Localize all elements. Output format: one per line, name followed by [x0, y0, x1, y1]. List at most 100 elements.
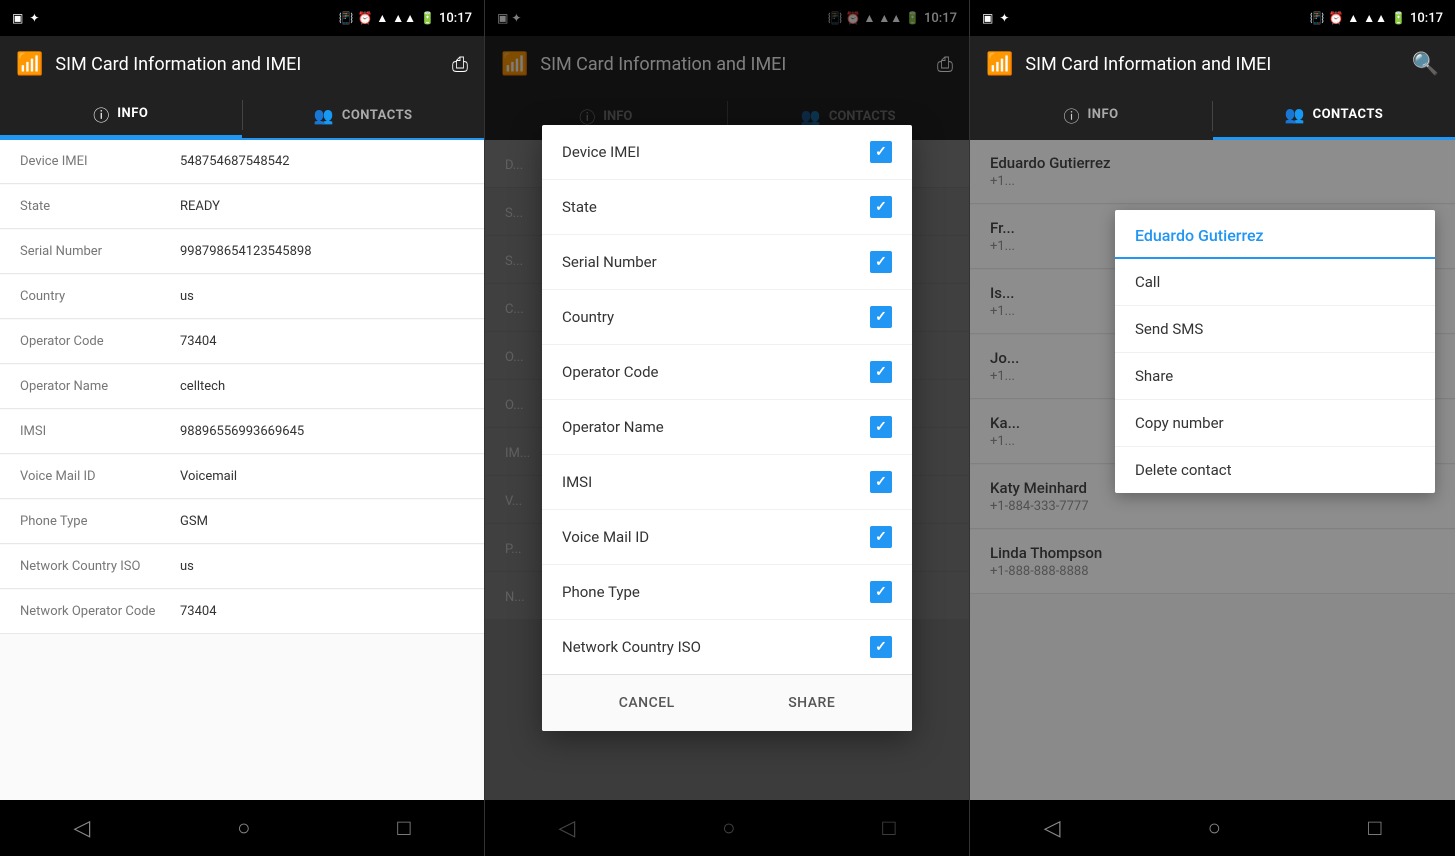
right-recent-button[interactable]: □ — [1348, 807, 1401, 849]
dialog-label-imei: Device IMEI — [562, 143, 640, 161]
left-tab-contacts[interactable]: 👥 CONTACTS — [243, 92, 485, 138]
context-menu-call[interactable]: Call — [1115, 259, 1435, 306]
info-label-country: Country — [20, 289, 180, 304]
dialog-share-button[interactable]: Share — [772, 687, 851, 719]
contact-phone-eduardo: +1... — [990, 174, 1435, 189]
info-row-opname: Operator Name celltech — [0, 365, 484, 409]
info-label-opcode: Operator Code — [20, 334, 180, 349]
dialog-label-phonetype: Phone Type — [562, 583, 640, 601]
info-label-netopcode: Network Operator Code — [20, 604, 180, 619]
right-home-button[interactable]: ○ — [1188, 807, 1241, 849]
dialog-options-list: Device IMEI State Serial Number Country … — [542, 125, 912, 674]
info-value-voicemail: Voicemail — [180, 469, 464, 484]
info-value-state: READY — [180, 199, 464, 214]
right-screenshot-icon: ▣ — [982, 11, 993, 25]
info-row-imsi: IMSI 98896556993669645 — [0, 410, 484, 454]
checkbox-phonetype[interactable] — [870, 581, 892, 603]
checkbox-opcode[interactable] — [870, 361, 892, 383]
right-vibrate-icon: 📳 — [1310, 11, 1325, 25]
left-share-button[interactable]: ⎙ — [452, 52, 468, 76]
left-time: 10:17 — [439, 11, 472, 26]
checkbox-voicemail[interactable] — [870, 526, 892, 548]
right-time: 10:17 — [1410, 11, 1443, 26]
info-value-phonetype: GSM — [180, 514, 464, 529]
checkbox-netiso[interactable] — [870, 636, 892, 658]
dialog-item-imei[interactable]: Device IMEI — [542, 125, 912, 180]
checkbox-opname[interactable] — [870, 416, 892, 438]
left-info-list: Device IMEI 548754687548542 State READY … — [0, 140, 484, 800]
info-value-netopcode: 73404 — [180, 604, 464, 619]
dialog-item-serial[interactable]: Serial Number — [542, 235, 912, 290]
info-label-opname: Operator Name — [20, 379, 180, 394]
left-status-left: ▣ ✦ — [12, 11, 39, 25]
checkbox-state[interactable] — [870, 196, 892, 218]
left-app-bar: 📶 SIM Card Information and IMEI ⎙ — [0, 36, 484, 92]
dialog-item-voicemail[interactable]: Voice Mail ID — [542, 510, 912, 565]
right-tab-info[interactable]: ⓘ INFO — [970, 92, 1212, 140]
dialog-label-opcode: Operator Code — [562, 363, 659, 381]
dialog-item-opcode[interactable]: Operator Code — [542, 345, 912, 400]
info-row-phonetype: Phone Type GSM — [0, 500, 484, 544]
left-recent-button[interactable]: □ — [377, 807, 430, 849]
contact-context-menu: Eduardo Gutierrez Call Send SMS Share Co… — [1115, 210, 1435, 493]
context-menu-sms[interactable]: Send SMS — [1115, 306, 1435, 353]
share-options-dialog: Device IMEI State Serial Number Country … — [542, 125, 912, 731]
info-row-imei: Device IMEI 548754687548542 — [0, 140, 484, 184]
contact-item-linda[interactable]: Linda Thompson +1-888-888-8888 — [970, 530, 1455, 594]
middle-panel: ▣ ✦ 📳 ⏰ ▲ ▲▲ 🔋 10:17 📶 SIM Card Informat… — [485, 0, 970, 856]
right-back-button[interactable]: ◁ — [1024, 808, 1081, 849]
wifi-icon: ▲ — [376, 11, 388, 25]
right-status-bar: ▣ ✦ 📳 ⏰ ▲ ▲▲ 🔋 10:17 — [970, 0, 1455, 36]
left-home-button[interactable]: ○ — [217, 807, 270, 849]
dialog-label-netiso: Network Country ISO — [562, 638, 701, 656]
context-menu-delete[interactable]: Delete contact — [1115, 447, 1435, 493]
contact-item-eduardo[interactable]: Eduardo Gutierrez +1... — [970, 140, 1455, 204]
checkbox-country[interactable] — [870, 306, 892, 328]
dialog-item-imsi[interactable]: IMSI — [542, 455, 912, 510]
right-app-bar: 📶 SIM Card Information and IMEI 🔍 — [970, 36, 1455, 92]
checkbox-imsi[interactable] — [870, 471, 892, 493]
info-row-serial: Serial Number 998798654123545898 — [0, 230, 484, 274]
left-tab-info[interactable]: ⓘ INFO — [0, 92, 242, 138]
right-tab-contacts[interactable]: 👥 CONTACTS — [1213, 92, 1455, 140]
dialog-item-netiso[interactable]: Network Country ISO — [542, 620, 912, 674]
right-alarm-icon: ⏰ — [1328, 11, 1343, 25]
info-row-opcode: Operator Code 73404 — [0, 320, 484, 364]
dialog-item-country[interactable]: Country — [542, 290, 912, 345]
right-search-button[interactable]: 🔍 — [1412, 52, 1439, 77]
sim-icon: 📶 — [16, 52, 43, 77]
checkbox-imei[interactable] — [870, 141, 892, 163]
info-value-imei: 548754687548542 — [180, 154, 464, 169]
left-status-bar: ▣ ✦ 📳 ⏰ ▲ ▲▲ 🔋 10:17 — [0, 0, 484, 36]
dialog-item-state[interactable]: State — [542, 180, 912, 235]
info-row-voicemail: Voice Mail ID Voicemail — [0, 455, 484, 499]
left-tab-bar: ⓘ INFO 👥 CONTACTS — [0, 92, 484, 140]
info-label-imsi: IMSI — [20, 424, 180, 439]
info-value-serial: 998798654123545898 — [180, 244, 464, 259]
right-app-title: SIM Card Information and IMEI — [1025, 54, 1399, 75]
dialog-item-opname[interactable]: Operator Name — [542, 400, 912, 455]
dialog-label-imsi: IMSI — [562, 473, 592, 491]
context-menu-copy[interactable]: Copy number — [1115, 400, 1435, 447]
info-value-netiso: us — [180, 559, 464, 574]
right-sim-icon: 📶 — [986, 52, 1013, 77]
info-icon: ⓘ — [93, 102, 109, 126]
dialog-cancel-button[interactable]: Cancel — [603, 687, 691, 719]
signal-bars-icon: ▲▲ — [392, 11, 416, 25]
right-contacts-icon: 👥 — [1285, 105, 1305, 124]
vibrate-icon: 📳 — [339, 11, 354, 25]
right-signal-icon: ✦ — [999, 11, 1009, 25]
contact-name-eduardo: Eduardo Gutierrez — [990, 154, 1435, 172]
left-back-button[interactable]: ◁ — [53, 808, 110, 849]
alarm-icon: ⏰ — [357, 11, 372, 25]
context-menu-header: Eduardo Gutierrez — [1115, 210, 1435, 259]
dialog-label-state: State — [562, 198, 597, 216]
dialog-item-phonetype[interactable]: Phone Type — [542, 565, 912, 620]
right-status-left: ▣ ✦ — [982, 11, 1009, 25]
right-tab-bar: ⓘ INFO 👥 CONTACTS — [970, 92, 1455, 140]
info-value-country: us — [180, 289, 464, 304]
checkbox-serial[interactable] — [870, 251, 892, 273]
context-menu-share[interactable]: Share — [1115, 353, 1435, 400]
info-row-state: State READY — [0, 185, 484, 229]
context-menu-title: Eduardo Gutierrez — [1135, 226, 1264, 245]
